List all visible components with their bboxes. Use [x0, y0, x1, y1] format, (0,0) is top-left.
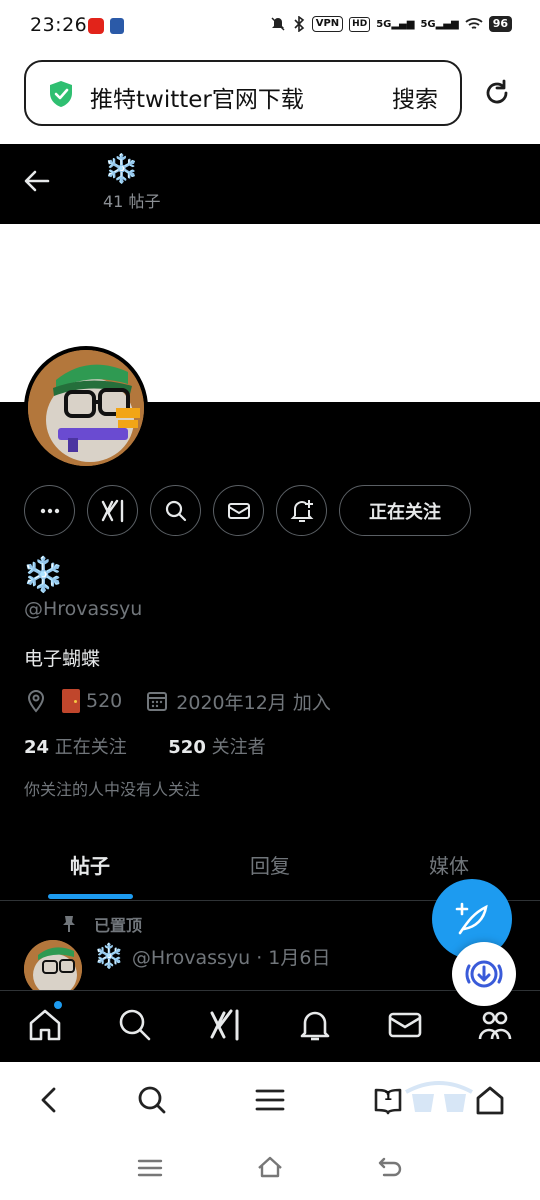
- reload-icon[interactable]: [482, 78, 512, 108]
- signal-5g-1: 5G▂▄▆: [376, 18, 415, 30]
- location-pin-icon: [27, 689, 45, 713]
- grok-button[interactable]: [87, 485, 138, 536]
- signal-5g-2: 5G▂▄▆: [420, 18, 459, 30]
- bottom-navigation: [0, 990, 540, 1062]
- status-icons: VPN HD 5G▂▄▆ 5G▂▄▆ 96: [270, 16, 512, 32]
- mutual-followers-note: 你关注的人中没有人关注: [24, 780, 201, 799]
- status-bar: 23:26 VPN HD 5G▂▄▆ 5G▂▄▆ 96: [0, 0, 540, 56]
- pinned-label: 已置顶: [60, 912, 142, 936]
- home-icon[interactable]: [256, 1154, 284, 1182]
- browser-toolbar: [0, 1062, 540, 1138]
- sunglasses-decor-icon: [405, 1081, 473, 1112]
- message-button[interactable]: [213, 485, 264, 536]
- back-arrow-icon[interactable]: [22, 166, 52, 196]
- search-query[interactable]: 推特twitter官网下载: [90, 80, 304, 114]
- download-icon: [465, 960, 503, 988]
- messages-mail-icon[interactable]: [387, 1007, 423, 1043]
- address-bar[interactable]: 推特twitter官网下载 搜索: [24, 60, 462, 126]
- netease-music-icon: [88, 18, 104, 34]
- hd-indicator: HD: [349, 16, 371, 32]
- search-button[interactable]: 搜索: [392, 80, 438, 114]
- back-icon[interactable]: [376, 1154, 404, 1182]
- nav-display-name: ❄️: [104, 152, 139, 185]
- search-icon[interactable]: [136, 1084, 168, 1116]
- feather-plus-icon: [455, 902, 488, 935]
- bluetooth-icon: [294, 16, 304, 32]
- following-button[interactable]: 正在关注: [339, 485, 471, 536]
- vpn-indicator: VPN: [311, 16, 344, 32]
- display-name: ❄️: [22, 555, 65, 595]
- system-navigation: [0, 1138, 540, 1200]
- avatar-image: [28, 350, 144, 466]
- download-float-button[interactable]: [452, 942, 516, 1006]
- calendar-icon: [147, 692, 168, 711]
- mute-icon: [271, 17, 285, 31]
- bell-plus-icon: [290, 499, 313, 522]
- grok-icon[interactable]: [207, 1007, 243, 1043]
- more-button[interactable]: [24, 485, 75, 536]
- search-profile-button[interactable]: [150, 485, 201, 536]
- tab-posts[interactable]: 帖子: [70, 850, 110, 879]
- tab-media[interactable]: 媒体: [429, 850, 469, 879]
- profile-top-nav: ❄️ 41 帖子: [0, 144, 540, 224]
- tweet-header: ❄️ @Hrovassyu · 1月6日: [94, 942, 330, 970]
- location-text: 520: [86, 690, 123, 712]
- tab-replies[interactable]: 回复: [250, 850, 290, 879]
- battery-indicator: 96: [488, 16, 512, 32]
- status-time: 23:26: [30, 14, 88, 36]
- door-emoji-icon: [62, 689, 80, 713]
- active-tab-indicator: [48, 894, 133, 899]
- notifications-bell-icon[interactable]: [297, 1007, 333, 1043]
- tweet-author-name[interactable]: ❄️: [94, 942, 124, 970]
- twitter-profile-page: ❄️ 41 帖子 正在关注 ❄️ @Hrovassyu 电子蝴蝶 520 202…: [0, 144, 540, 1062]
- communities-icon[interactable]: [477, 1007, 513, 1043]
- mail-icon: [227, 502, 250, 519]
- profile-actions: 正在关注: [24, 485, 524, 537]
- more-dots-icon: [40, 508, 59, 513]
- profile-avatar[interactable]: [24, 346, 148, 470]
- menu-icon[interactable]: [254, 1084, 286, 1116]
- notification-dot: [54, 1001, 62, 1009]
- explore-search-icon[interactable]: [117, 1007, 153, 1043]
- user-bio: 电子蝴蝶: [24, 648, 101, 670]
- app-notification-icon: [110, 18, 124, 34]
- home-icon[interactable]: [27, 1007, 63, 1043]
- pin-icon: [63, 916, 75, 932]
- follow-counts: 24 正在关注 520 关注者: [24, 733, 266, 759]
- profile-meta: 520 2020年12月 加入: [24, 688, 331, 714]
- following-link[interactable]: 24 正在关注: [24, 737, 127, 758]
- tab-count: 1: [383, 1089, 393, 1103]
- search-icon: [165, 500, 186, 521]
- user-handle: @Hrovassyu: [24, 598, 143, 620]
- back-chevron-icon[interactable]: [34, 1084, 66, 1116]
- home-icon[interactable]: [474, 1084, 506, 1116]
- recent-apps-icon[interactable]: [136, 1154, 164, 1182]
- grok-icon: [101, 499, 123, 522]
- joined-date: 2020年12月 加入: [176, 691, 331, 714]
- followers-link[interactable]: 520 关注者: [168, 737, 265, 758]
- wifi-icon: [465, 18, 483, 29]
- notify-button[interactable]: [276, 485, 327, 536]
- tweet-meta: @Hrovassyu · 1月6日: [131, 946, 331, 969]
- shield-check-icon: [50, 81, 72, 107]
- post-count: 41 帖子: [103, 192, 161, 211]
